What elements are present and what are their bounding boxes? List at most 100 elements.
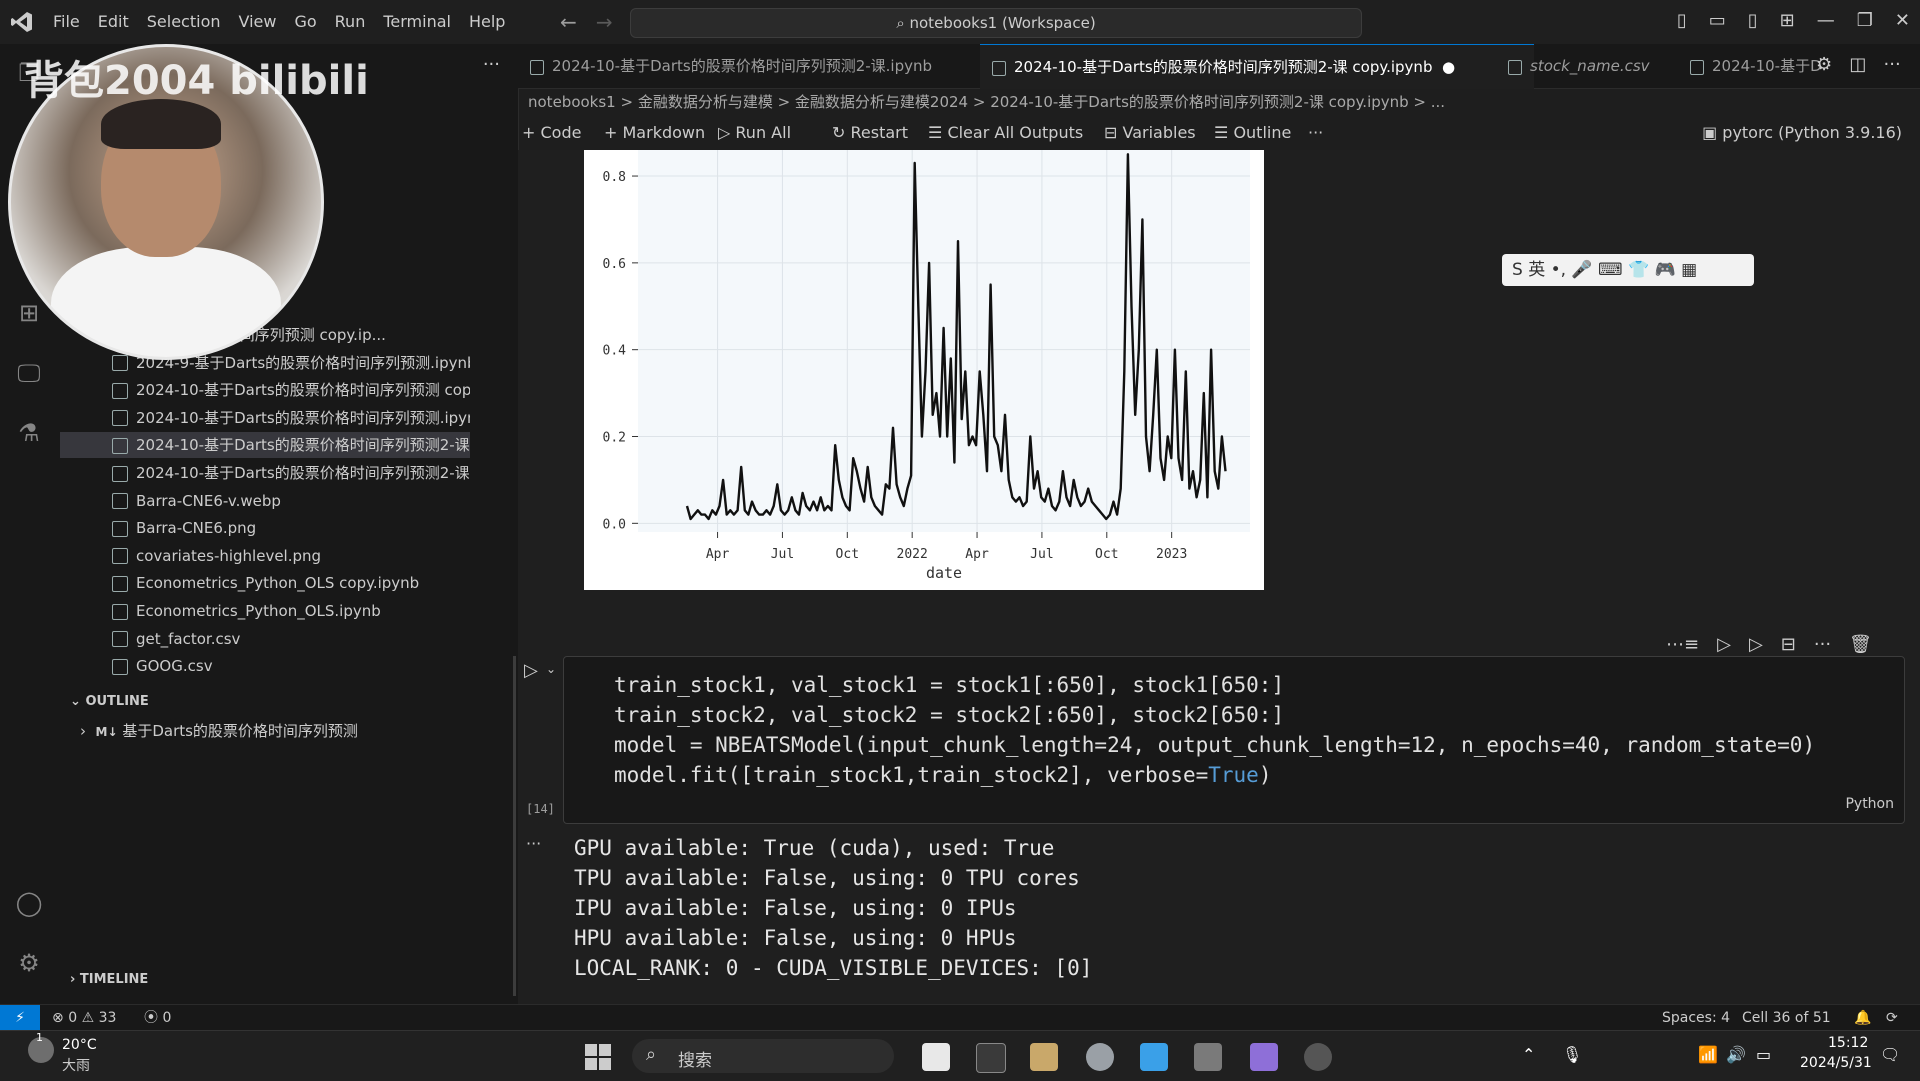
menu-help[interactable]: Help (460, 0, 514, 44)
split-cell-icon[interactable]: ⊟ (1781, 634, 1796, 655)
tab-stock-name-csv[interactable]: stock_name.csv (1496, 44, 1700, 88)
vscode-taskbar-icon[interactable] (1140, 1043, 1168, 1071)
variables-button[interactable]: ⊟ Variables (1104, 116, 1196, 150)
editor-tabs: 2024-10-基于Darts的股票价格时间序列预测2-课.ipynb 2024… (518, 44, 1920, 89)
explorer-file-item[interactable]: Barra-CNE6-v.webp (60, 488, 470, 514)
explorer-file-item[interactable]: Econometrics_Python_OLS.ipynb (60, 598, 470, 624)
taskbar-search-box[interactable]: ⌕ 搜索 (632, 1039, 894, 1073)
split-editor-icon[interactable]: ◫ (1849, 54, 1866, 75)
restart-button[interactable]: ↻ Restart (832, 116, 908, 150)
cell-position-indicator[interactable]: Cell 36 of 51 (1742, 1005, 1831, 1031)
output-more-icon[interactable]: ··· (526, 834, 541, 853)
terminal-app-icon[interactable] (976, 1043, 1006, 1073)
kernel-picker[interactable]: ▣ pytorc (Python 3.9.16) (1702, 116, 1902, 150)
status-bar: ⚡ ⊗ 0 ⚠ 33 ⦿ 0 Spaces: 4 Cell 36 of 51 🔔… (0, 1004, 1920, 1031)
code-cell-editor[interactable]: train_stock1, val_stock1 = stock1[:650],… (563, 656, 1905, 824)
problems-indicator[interactable]: ⊗ 0 ⚠ 33 (52, 1005, 116, 1031)
remote-indicator-icon[interactable]: ⚡ (0, 1005, 40, 1031)
kernel-label: pytorc (Python 3.9.16) (1722, 123, 1902, 142)
toolbar-more-button[interactable]: ··· (1308, 116, 1323, 150)
testing-icon[interactable]: ⚗ (14, 418, 44, 448)
cell-language-label[interactable]: Python (1845, 796, 1894, 812)
back-arrow-icon[interactable]: ← (560, 10, 577, 34)
menu-selection[interactable]: Selection (138, 0, 230, 44)
explorer-file-item[interactable]: GOOG.csv (60, 653, 470, 679)
execute-above-icon[interactable]: ▷ (1717, 634, 1731, 655)
run-all-icon: ▷ (718, 123, 731, 142)
code-line: model.fit([train_stock1,train_stock2], v… (614, 763, 1271, 787)
delete-cell-icon[interactable]: 🗑 (1849, 634, 1872, 655)
cell-more-icon[interactable]: ··· (1814, 634, 1831, 655)
explorer-file-item[interactable]: 2024-10-基于Darts的股票价格时间序列预测2-课 c... (60, 432, 470, 459)
outline-header[interactable]: ⌄ OUTLINE (70, 694, 149, 709)
clock-date[interactable]: 2024/5/31 (1800, 1055, 1872, 1071)
chrome-browser-icon[interactable] (1086, 1043, 1114, 1071)
timeline-header[interactable]: › TIMELINE (70, 972, 148, 987)
menu-view[interactable]: View (230, 0, 286, 44)
menu-edit[interactable]: Edit (89, 0, 138, 44)
outline-item[interactable]: › M↓ 基于Darts的股票价格时间序列预测 (80, 720, 358, 741)
breadcrumb[interactable]: notebooks1 > 金融数据分析与建模 > 金融数据分析与建模2024 >… (528, 88, 1445, 116)
account-icon[interactable]: ◯ (14, 888, 44, 918)
menu-go[interactable]: Go (285, 0, 325, 44)
minimize-icon[interactable]: — (1817, 10, 1835, 31)
explorer-file-item[interactable]: 2024-10-基于Darts的股票价格时间序列预测 copy ... (60, 377, 470, 403)
clear-all-outputs-button[interactable]: ☰ Clear All Outputs (928, 116, 1083, 150)
ports-indicator[interactable]: ⦿ 0 (144, 1005, 171, 1031)
extensions-icon[interactable]: ⊞ (14, 298, 44, 328)
tray-overflow-icon[interactable]: ⌃ (1522, 1045, 1535, 1064)
close-icon[interactable]: ✕ (1895, 10, 1910, 31)
tab-notebook-copy[interactable]: 2024-10-基于Darts的股票价格时间序列预测2-课 copy.ipynb… (980, 44, 1534, 89)
clock-time[interactable]: 15:12 (1828, 1035, 1868, 1051)
customize-layout-icon[interactable]: ⊞ (1780, 10, 1795, 31)
code-line: train_stock2, val_stock2 = stock2[:650],… (614, 703, 1285, 727)
explorer-file-item[interactable]: covariates-highlevel.png (60, 543, 470, 569)
more-actions-icon[interactable]: ··· (1884, 54, 1901, 75)
ime-toolbar-label: S 英 •, 🎤 ⌨ 👕 🎮 ▦ (1512, 260, 1698, 280)
outline-button[interactable]: ☰ Outline (1214, 116, 1291, 150)
wps-app-icon[interactable] (1194, 1043, 1222, 1071)
settings-gear-icon[interactable]: ⚙ (1816, 54, 1832, 75)
execute-below-icon[interactable]: ▷ (1749, 634, 1763, 655)
misc-app-icon[interactable] (1304, 1043, 1332, 1071)
sidebar-more-icon[interactable]: ··· (483, 54, 500, 75)
notifications-bell-icon[interactable]: 🔔 (1854, 1005, 1871, 1031)
menu-run[interactable]: Run (326, 0, 375, 44)
command-center[interactable]: ⌕ notebooks1 (Workspace) (630, 8, 1362, 38)
file-explorer-icon[interactable] (1030, 1043, 1058, 1071)
start-button[interactable] (584, 1043, 612, 1071)
explorer-file-item[interactable]: Econometrics_Python_OLS copy.ipynb (60, 570, 470, 596)
add-markdown-button[interactable]: + Markdown (604, 116, 705, 150)
microphone-icon[interactable]: 🎙 (1562, 1045, 1582, 1064)
restore-icon[interactable]: ❐ (1857, 10, 1873, 31)
file-icon (112, 410, 128, 427)
run-cell-button[interactable]: ▷ (524, 660, 538, 681)
indentation-indicator[interactable]: Spaces: 4 (1662, 1005, 1730, 1031)
battery-icon[interactable]: ▭ (1756, 1045, 1771, 1064)
remote-explorer-icon[interactable]: 🖵 (14, 358, 44, 388)
menu-terminal[interactable]: Terminal (374, 0, 460, 44)
add-code-button[interactable]: + Code (522, 116, 581, 150)
wifi-icon[interactable]: 📶 (1698, 1045, 1718, 1064)
sync-icon[interactable]: ⟳ (1886, 1005, 1898, 1031)
notification-center-icon[interactable]: 🗨 (1880, 1045, 1900, 1064)
ime-toolbar[interactable]: S 英 •, 🎤 ⌨ 👕 🎮 ▦ (1502, 254, 1754, 286)
task-view-icon[interactable] (922, 1043, 950, 1071)
settings-gear-icon[interactable]: ⚙ (14, 948, 44, 978)
forward-arrow-icon[interactable]: → (596, 10, 613, 34)
volume-icon[interactable]: 🔊 (1726, 1045, 1746, 1064)
menu-file[interactable]: File (44, 0, 89, 44)
media-app-icon[interactable] (1250, 1043, 1278, 1071)
toggle-panel-icon[interactable]: ▭ (1709, 10, 1726, 31)
toggle-secondary-sidebar-icon[interactable]: ▯ (1748, 10, 1758, 31)
explorer-file-item[interactable]: get_factor.csv (60, 626, 470, 652)
run-by-line-icon[interactable]: ⋯≡ (1666, 634, 1699, 655)
tab-notebook-original[interactable]: 2024-10-基于Darts的股票价格时间序列预测2-课.ipynb (518, 44, 992, 88)
unsaved-dot-icon[interactable]: ● (1442, 58, 1455, 76)
toggle-sidebar-icon[interactable]: ▯ (1677, 10, 1687, 31)
run-all-button[interactable]: ▷ Run All (718, 116, 791, 150)
explorer-file-item[interactable]: Barra-CNE6.png (60, 515, 470, 541)
explorer-file-item[interactable]: 2024-10-基于Darts的股票价格时间序列预测.ipynb (60, 405, 470, 431)
explorer-file-item[interactable]: 2024-10-基于Darts的股票价格时间序列预测2-课.i... (60, 460, 470, 486)
run-options-chevron-icon[interactable]: ⌄ (546, 662, 556, 676)
